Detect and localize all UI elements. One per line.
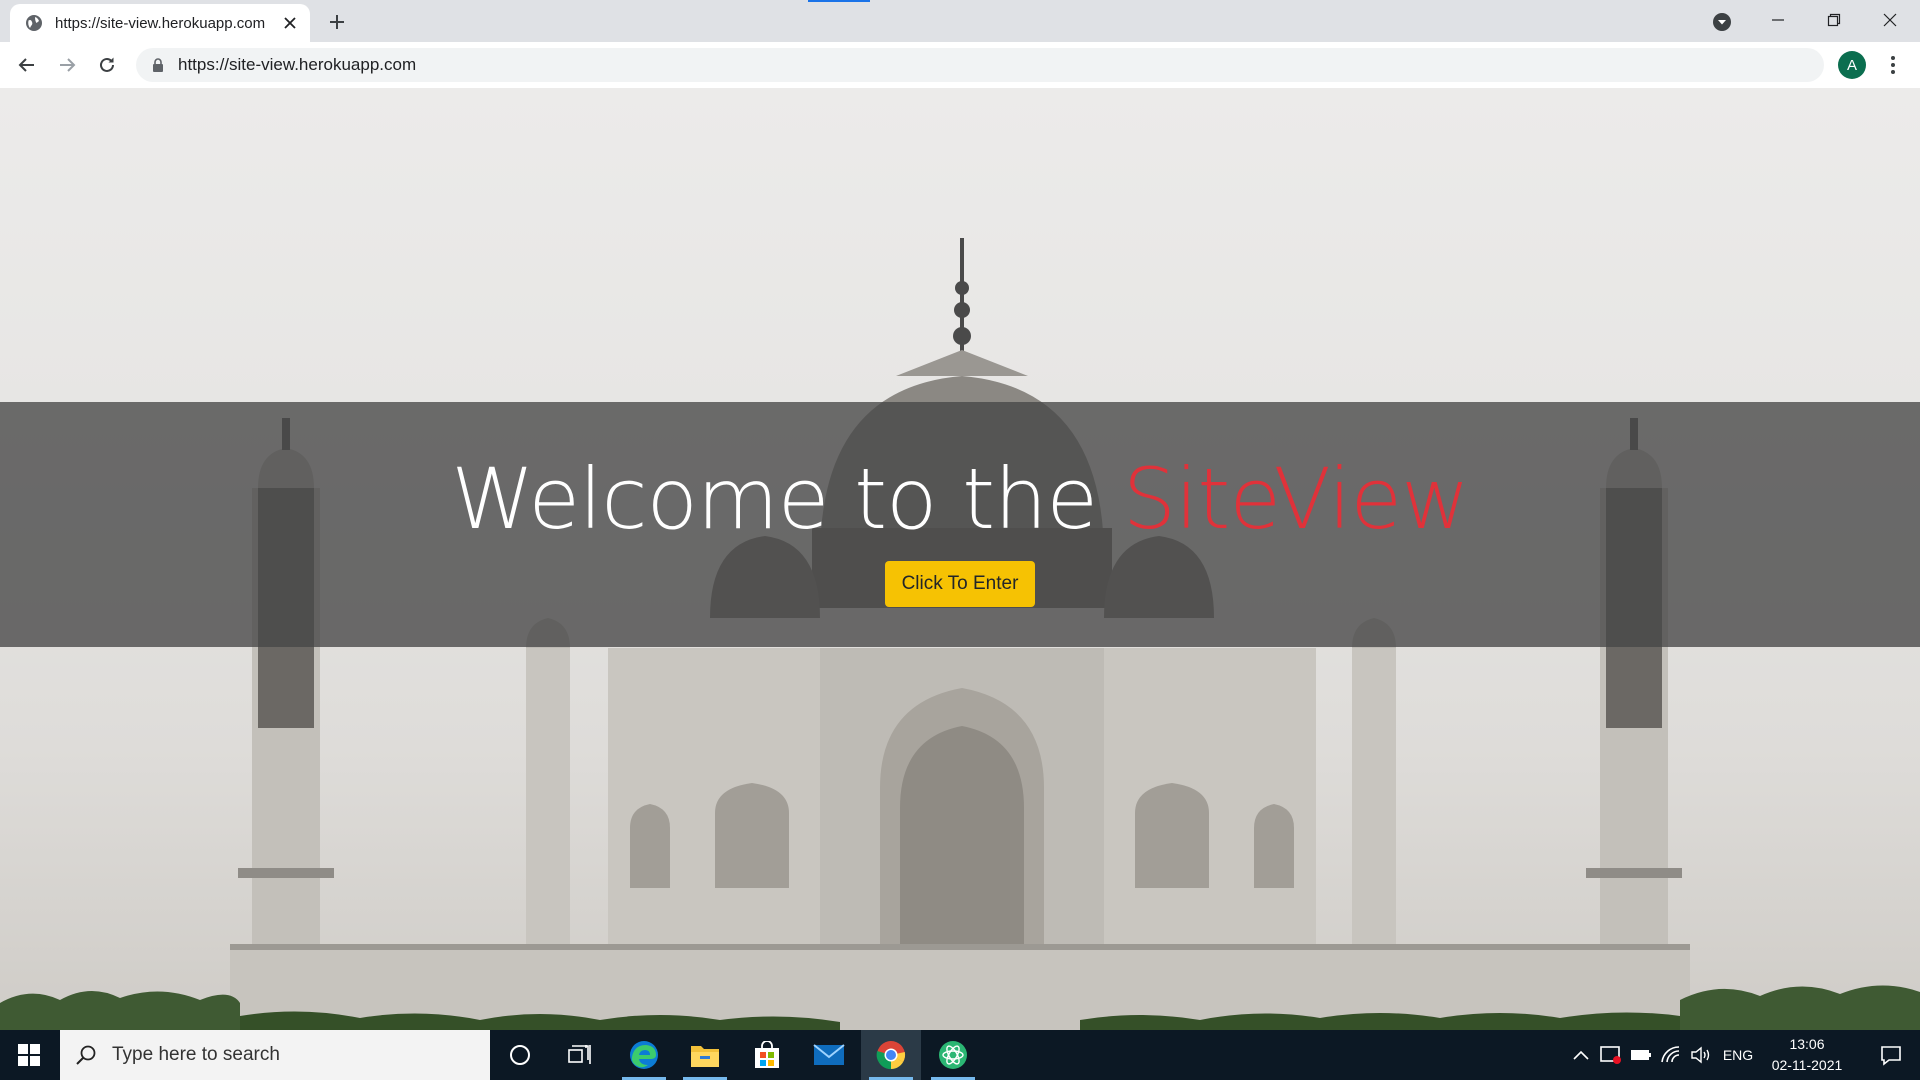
loading-indicator — [808, 0, 870, 2]
url-text[interactable]: https://site-view.herokuapp.com — [178, 55, 416, 75]
address-bar[interactable]: https://site-view.herokuapp.com — [136, 48, 1824, 82]
file-explorer-icon[interactable] — [675, 1030, 735, 1080]
taskbar-search-box[interactable]: Type here to search — [60, 1030, 490, 1080]
wifi-icon[interactable] — [1658, 1042, 1684, 1068]
new-tab-icon[interactable] — [324, 9, 350, 35]
clock-date: 02-11-2021 — [1771, 1057, 1843, 1073]
volume-icon[interactable] — [1688, 1042, 1714, 1068]
search-icon — [76, 1045, 96, 1065]
back-arrow-icon[interactable] — [12, 50, 42, 80]
chrome-icon[interactable] — [861, 1030, 921, 1080]
microsoft-store-icon[interactable] — [737, 1030, 797, 1080]
click-to-enter-button[interactable]: Click To Enter — [885, 561, 1035, 607]
headline-brand: SiteView — [1122, 450, 1470, 548]
app-icon[interactable] — [923, 1030, 983, 1080]
page-viewport: Welcome to the SiteView Click To Enter — [0, 88, 1920, 1030]
task-view-icon[interactable] — [550, 1030, 610, 1080]
browser-toolbar: https://site-view.herokuapp.com A — [0, 42, 1920, 89]
clock[interactable]: 13:06 02-11-2021 — [1757, 1034, 1857, 1076]
restore-icon[interactable] — [1806, 0, 1862, 40]
windows-taskbar: Type here to search ENG 13:06 02-11-2021 — [0, 1030, 1920, 1080]
edge-icon[interactable] — [614, 1030, 674, 1080]
minimize-icon[interactable] — [1750, 0, 1806, 40]
profile-avatar[interactable]: A — [1838, 51, 1866, 79]
browser-tab[interactable]: https://site-view.herokuapp.com — [10, 4, 310, 42]
clock-time: 13:06 — [1789, 1036, 1825, 1052]
browser-title-bar: https://site-view.herokuapp.com — [0, 0, 1920, 42]
taskbar-search-placeholder: Type here to search — [112, 1044, 280, 1065]
tab-close-icon[interactable] — [280, 13, 300, 33]
tab-search-icon[interactable] — [1709, 9, 1735, 35]
windows-start-icon[interactable] — [0, 1030, 58, 1080]
forward-arrow-icon[interactable] — [52, 50, 82, 80]
mail-icon[interactable] — [799, 1030, 859, 1080]
kebab-menu-icon[interactable] — [1878, 50, 1908, 80]
lock-icon[interactable] — [150, 57, 166, 73]
cortana-icon[interactable] — [490, 1030, 550, 1080]
headline-prefix: Welcome to the — [451, 450, 1123, 548]
reload-icon[interactable] — [92, 50, 122, 80]
chevron-up-icon[interactable] — [1570, 1042, 1592, 1068]
hero-headline: Welcome to the SiteView — [0, 450, 1920, 548]
globe-icon — [26, 15, 42, 31]
notification-center-icon[interactable] — [1866, 1030, 1916, 1080]
window-close-icon[interactable] — [1862, 0, 1918, 40]
language-indicator[interactable]: ENG — [1718, 1042, 1758, 1068]
security-tray-icon[interactable] — [1598, 1042, 1624, 1068]
tab-title: https://site-view.herokuapp.com — [55, 14, 266, 32]
battery-icon[interactable] — [1628, 1042, 1654, 1068]
